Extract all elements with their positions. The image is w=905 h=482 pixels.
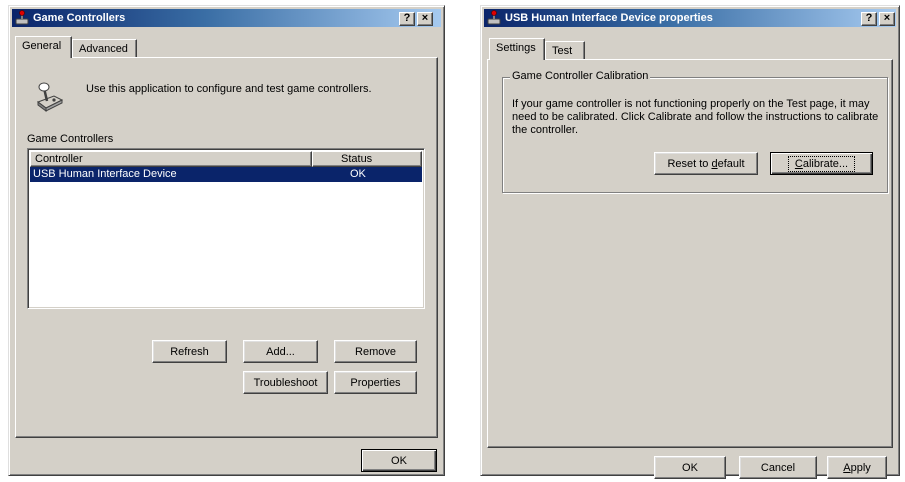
- title-bar[interactable]: Game Controllers: [12, 9, 441, 27]
- help-button[interactable]: ?: [861, 12, 877, 26]
- calibrate-label-after: alibrate...: [802, 157, 849, 170]
- close-button[interactable]: ×: [879, 12, 895, 26]
- row-status: OK: [350, 168, 366, 180]
- calibration-group-title: Game Controller Calibration: [510, 70, 651, 82]
- reset-label-after: efault: [717, 157, 745, 170]
- apply-label-accel: A: [843, 461, 851, 474]
- refresh-button[interactable]: Refresh: [152, 340, 227, 363]
- calibrate-button[interactable]: Calibrate...: [770, 152, 873, 175]
- game-controllers-dialog: Game Controllers ? × General Advanced Us…: [8, 5, 445, 476]
- calibration-text: If your game controller is not functioni…: [512, 98, 879, 136]
- window-title: USB Human Interface Device properties: [505, 12, 713, 24]
- window-title: Game Controllers: [33, 12, 126, 24]
- cancel-button[interactable]: Cancel: [739, 456, 817, 479]
- apply-label-after: pply: [850, 461, 871, 474]
- ok-button[interactable]: OK: [361, 449, 437, 472]
- calibration-group: Game Controller Calibration If your game…: [502, 70, 888, 193]
- controller-list[interactable]: Controller Status USB Human Interface De…: [27, 148, 425, 309]
- device-properties-dialog: USB Human Interface Device properties ? …: [480, 5, 900, 479]
- tab-panel-general: Use this application to configure and te…: [15, 57, 438, 438]
- joystick-icon: [34, 80, 66, 112]
- game-controllers-label: Game Controllers: [27, 133, 114, 145]
- close-button[interactable]: ×: [417, 12, 433, 26]
- tab-advanced[interactable]: Advanced: [72, 39, 137, 59]
- tab-test[interactable]: Test: [545, 41, 585, 61]
- properties-button[interactable]: Properties: [334, 371, 417, 394]
- reset-label-before: Reset to: [667, 157, 712, 170]
- remove-button[interactable]: Remove: [334, 340, 417, 363]
- troubleshoot-button[interactable]: Troubleshoot: [243, 371, 328, 394]
- add-button[interactable]: Add...: [243, 340, 318, 363]
- tab-settings[interactable]: Settings: [489, 38, 545, 60]
- row-controller-name: USB Human Interface Device: [33, 168, 177, 180]
- apply-button[interactable]: Apply: [827, 456, 887, 479]
- joystick-icon: [486, 10, 502, 26]
- column-header-status[interactable]: Status: [312, 151, 422, 167]
- column-header-controller[interactable]: Controller: [30, 151, 312, 167]
- tab-general[interactable]: General: [15, 36, 72, 58]
- ok-button[interactable]: OK: [654, 456, 726, 479]
- title-bar[interactable]: USB Human Interface Device properties: [484, 9, 896, 27]
- description-text: Use this application to configure and te…: [86, 83, 372, 95]
- table-row[interactable]: USB Human Interface Device OK: [30, 167, 422, 182]
- calibrate-label-accel: C: [794, 157, 803, 170]
- help-button[interactable]: ?: [399, 12, 415, 26]
- reset-to-default-button[interactable]: Reset to d efault: [654, 152, 758, 175]
- joystick-icon: [14, 10, 30, 26]
- calibrate-focus: Calibrate...: [787, 155, 856, 172]
- tab-panel-settings: Game Controller Calibration If your game…: [487, 59, 893, 448]
